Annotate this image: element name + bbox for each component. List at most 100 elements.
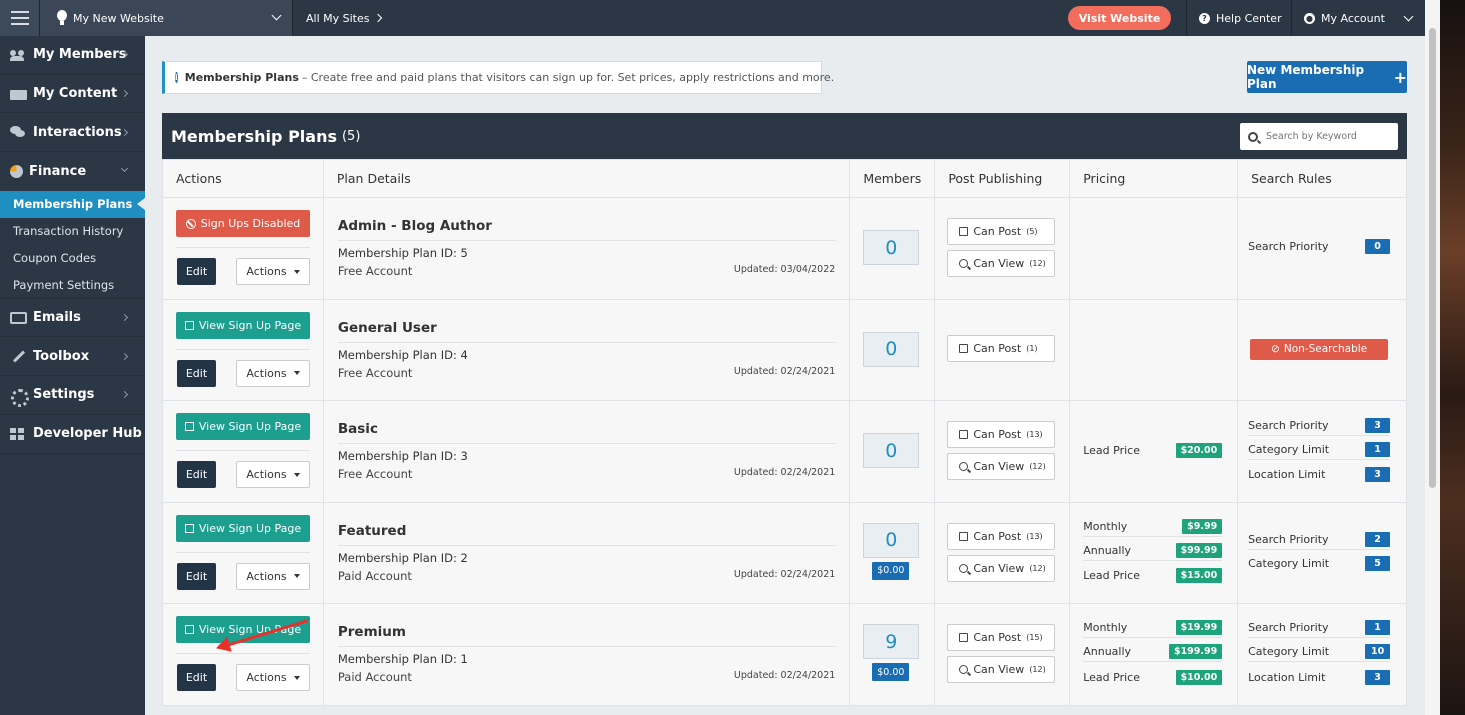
plan-id: Membership Plan ID: 2 [338,551,468,565]
sidebar-sub-transaction-history[interactable]: Transaction History [0,218,145,245]
can-view-button[interactable]: Can View (12) [947,656,1056,684]
member-count[interactable]: 0 [863,230,920,265]
sidebar-item-finance[interactable]: Finance [0,152,145,191]
can-post-button[interactable]: Can Post (15) [947,624,1056,652]
plan-name[interactable]: Premium [338,624,406,640]
grid-icon [10,427,27,440]
can-view-button[interactable]: Can View (12) [947,453,1056,481]
can-post-label: Can Post [973,428,1022,442]
actions-dropdown[interactable]: Actions [236,664,310,692]
edit-button[interactable]: Edit [177,359,216,387]
price-value: $19.99 [1175,620,1223,636]
view-sign-up-page-button[interactable]: View Sign Up Page [176,514,310,542]
divider [176,653,310,655]
actions-dropdown[interactable]: Actions [236,461,310,489]
actions-dropdown[interactable]: Actions [236,359,310,387]
plan-name[interactable]: General User [338,320,437,336]
search-rules-cell: Search Priority 1 Category Limit 10 Locati… [1237,603,1407,706]
actions-dropdown[interactable]: Actions [236,562,310,590]
price-label: Annually [1083,543,1132,557]
visit-website-button[interactable]: Visit Website [1068,6,1171,30]
edit-button[interactable]: Edit [177,664,216,692]
edit-icon [959,343,969,353]
member-count[interactable]: 0 [863,331,920,367]
user-icon: ● [1304,12,1315,24]
search-input[interactable] [1266,131,1386,142]
price-value: $99.99 [1175,542,1223,558]
sidebar-sub-coupon-codes[interactable]: Coupon Codes [0,245,145,272]
divider [176,450,310,452]
view-sign-up-page-button[interactable]: View Sign Up Page [176,413,310,441]
top-bar: My New Website All My Sites Visit Websit… [0,0,1425,36]
edit-button[interactable]: Edit [177,562,216,590]
can-post-button[interactable]: Can Post (5) [947,218,1056,245]
col-actions: Actions [162,159,324,198]
sidebar-item-emails[interactable]: Emails [0,299,145,338]
can-view-label: Can View [973,561,1025,575]
all-sites-link[interactable]: All My Sites [293,12,383,25]
external-link-icon [184,625,194,635]
col-search-rules: Search Rules [1237,159,1407,198]
new-membership-plan-button[interactable]: New Membership Plan + [1247,61,1407,93]
can-view-button[interactable]: Can View (12) [947,250,1056,277]
sidebar-item-toolbox[interactable]: Toolbox [0,337,145,377]
help-label: Help Center [1216,11,1282,25]
member-count[interactable]: 0 [863,522,920,558]
caret-down-icon [293,269,300,274]
divider [337,341,836,343]
sidebar-item-settings[interactable]: Settings [0,376,145,415]
sidebar-item-interactions[interactable]: Interactions [0,113,145,153]
actions-cell: View Sign Up Page Edit Actions [162,501,324,605]
search-icon [959,259,969,268]
plan-name[interactable]: Admin - Blog Author [338,218,492,234]
search-icon [959,563,969,573]
site-selector[interactable]: My New Website [40,0,293,36]
rule-value: 1 [1365,442,1391,458]
member-count[interactable]: 9 [863,624,920,660]
sidebar-item-my-content[interactable]: My Content [0,75,145,114]
sign-ups-disabled-button[interactable]: Sign Ups Disabled [176,210,310,237]
plan-id-value: 4 [460,347,468,362]
post-publishing-cell: Can Post (15) Can View (12) [934,603,1071,706]
can-post-button[interactable]: Can Post (13) [947,421,1056,449]
view-sign-up-page-button[interactable]: View Sign Up Page [176,311,310,339]
member-count[interactable]: 0 [863,433,920,469]
post-publishing-cell: Can Post (5) Can View (12) [934,197,1071,300]
chevron-right-icon [120,128,129,136]
can-post-button[interactable]: Can Post (1) [947,334,1056,362]
chevron-down-icon [120,165,129,173]
scrollbar-thumb[interactable] [1429,28,1436,488]
sidebar-item-label: Interactions [33,124,122,140]
member-price-badge: $0.00 [872,663,910,682]
plan-id-value: 5 [460,246,468,260]
price-label: Lead Price [1083,569,1140,583]
sidebar-item-developer-hub[interactable]: Developer Hub [0,415,145,454]
action-label: View Sign Up Page [198,521,302,535]
rule-value: 3 [1365,418,1391,434]
search-rule: Search Priority 1 [1248,618,1391,639]
search-icon [1248,131,1258,142]
can-view-button[interactable]: Can View (12) [947,554,1056,582]
sidebar-sub-membership-plans[interactable]: Membership Plans [0,190,145,218]
sidebar-sub-payment-settings[interactable]: Payment Settings [0,272,145,299]
divider [176,247,310,248]
plan-name[interactable]: Basic [338,421,378,437]
plan-name[interactable]: Featured [338,523,406,539]
edit-button[interactable]: Edit [177,461,216,489]
rule-value: 3 [1365,669,1391,685]
actions-dropdown[interactable]: Actions [236,258,310,285]
my-account-menu[interactable]: ● My Account [1291,0,1425,36]
can-post-button[interactable]: Can Post (13) [947,522,1056,550]
divider [337,443,836,445]
price-value: $10.00 [1175,669,1223,685]
edit-button[interactable]: Edit [177,258,216,285]
help-center-link[interactable]: ? Help Center [1186,0,1289,36]
scrollbar[interactable] [1425,0,1440,715]
actions-cell: View Sign Up Page Edit Actions [162,400,324,503]
updated-date: Updated: 03/04/2022 [733,264,836,275]
menu-toggle[interactable] [0,0,40,36]
updated-date: Updated: 02/24/2021 [733,467,836,479]
info-text: – Create free and paid plans that visito… [301,71,835,84]
post-publishing-cell: Can Post (13) Can View (12) [934,501,1071,605]
sidebar-item-my-members[interactable]: My Members [0,36,145,75]
